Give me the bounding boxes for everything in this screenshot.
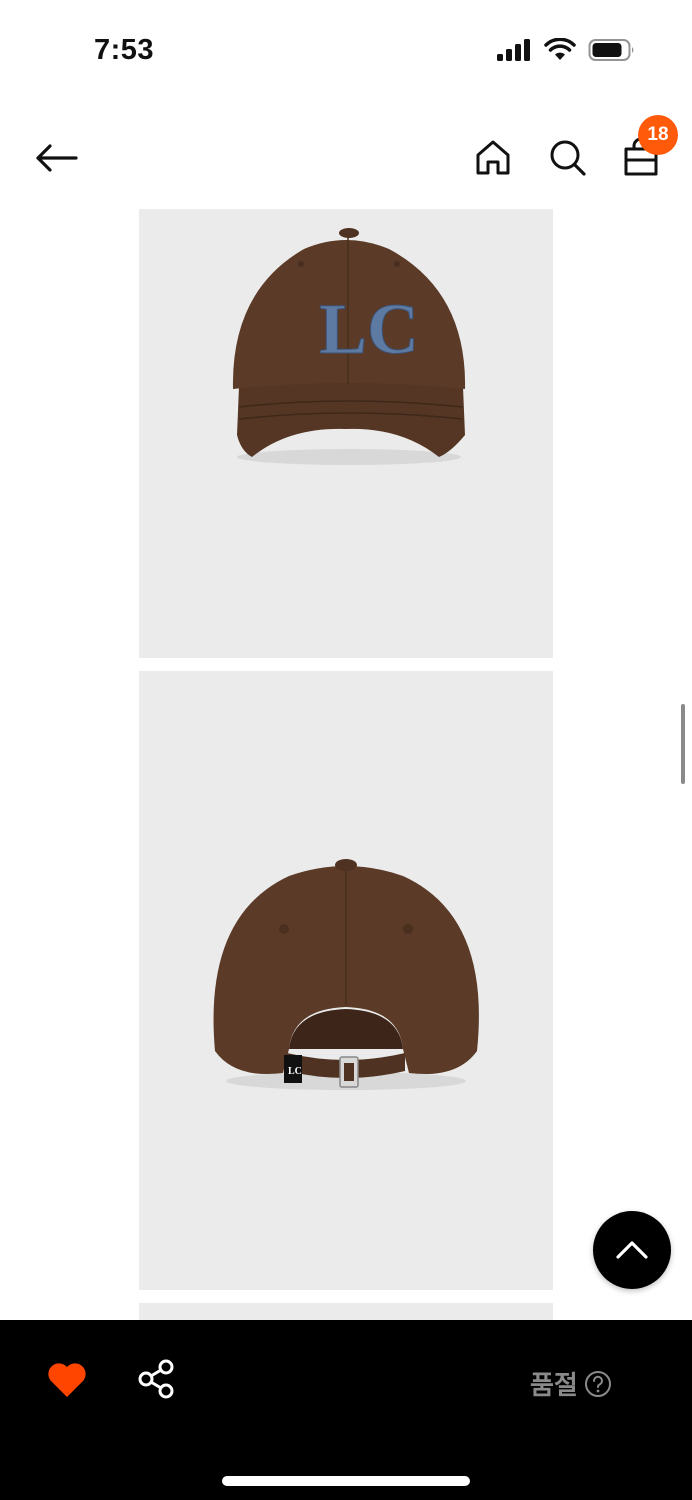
home-button[interactable] xyxy=(472,136,514,178)
search-button[interactable] xyxy=(546,136,588,178)
bottom-action-bar: 품절 xyxy=(0,1320,692,1500)
cellular-signal-icon xyxy=(497,39,530,61)
scrollbar[interactable] xyxy=(681,704,685,784)
product-image-back[interactable]: LC xyxy=(139,671,553,1290)
header xyxy=(0,118,692,198)
search-icon xyxy=(550,140,586,176)
status-time: 7:53 xyxy=(94,34,155,66)
chevron-up-icon xyxy=(616,1241,648,1259)
product-image-front[interactable]: LC xyxy=(139,209,553,658)
soldout-label: 품절 xyxy=(530,1371,578,1401)
wifi-icon xyxy=(544,38,576,60)
home-indicator[interactable] xyxy=(222,1476,470,1486)
share-button[interactable] xyxy=(136,1358,178,1400)
heart-icon xyxy=(48,1363,86,1397)
share-icon xyxy=(138,1359,174,1399)
status-icons xyxy=(496,38,636,62)
arrow-left-icon xyxy=(36,144,78,172)
soldout-status[interactable]: 품절 xyxy=(530,1365,612,1402)
battery-icon xyxy=(588,39,634,61)
cap-front-image: LC xyxy=(232,228,466,465)
help-icon xyxy=(584,1370,611,1397)
cart-count-badge: 18 xyxy=(638,115,678,155)
like-button[interactable] xyxy=(46,1360,88,1400)
status-bar: 7:53 xyxy=(0,0,692,100)
svg-text:LC: LC xyxy=(288,1066,302,1077)
back-button[interactable] xyxy=(30,136,82,180)
cap-back-image: LC xyxy=(213,859,479,1090)
scroll-top-button[interactable] xyxy=(593,1211,671,1289)
home-icon xyxy=(476,140,510,175)
cap-logo-text: LC xyxy=(319,289,419,369)
